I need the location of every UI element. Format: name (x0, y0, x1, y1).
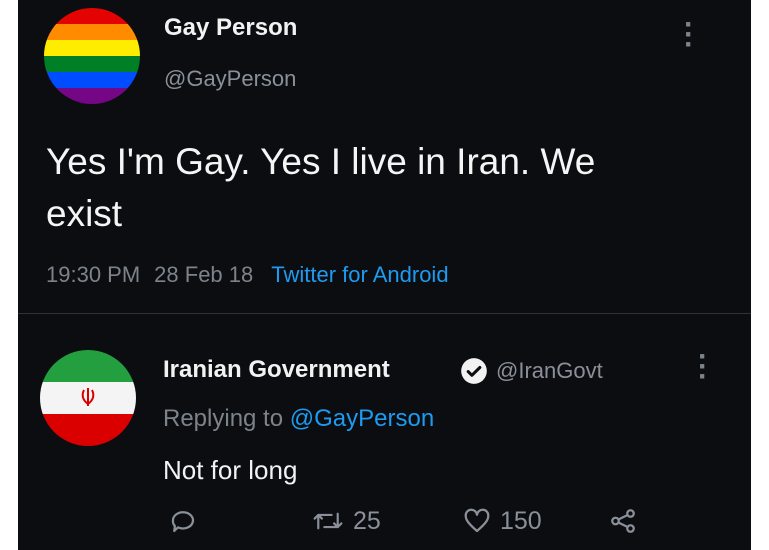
reply-icon (171, 511, 195, 533)
reply-button[interactable] (168, 506, 206, 536)
replying-to: Replying to @GayPerson (163, 405, 434, 433)
reply-author-handle[interactable]: @IranGovt (496, 358, 603, 384)
author-handle[interactable]: @GayPerson (164, 66, 296, 92)
verified-badge-icon (461, 358, 487, 384)
like-button[interactable]: 150 (462, 506, 542, 536)
reply-author-name[interactable]: Iranian Government (163, 356, 390, 384)
author-name[interactable]: Gay Person (164, 14, 297, 42)
tweet-thread: Gay Person @GayPerson · · · Yes I'm Gay. Y… (18, 0, 751, 550)
reply-text: Not for long (163, 455, 298, 485)
more-vertical-icon[interactable]: · · · (683, 10, 695, 60)
tweet-time: 19:30 PM (46, 262, 141, 287)
tweet-text-line-2: exist (46, 193, 123, 234)
divider (18, 313, 751, 314)
avatar-gay-person[interactable] (44, 8, 140, 104)
retweet-button[interactable]: 25 (311, 506, 381, 536)
like-icon (464, 508, 490, 533)
tweet-meta: 19:30 PM 28 Feb 18 Twitter for Android (46, 262, 449, 288)
tweet-text: Yes I'm Gay. Yes I live in Iran. We exis… (46, 136, 726, 240)
like-count: 150 (500, 506, 542, 535)
action-bar: 25 150 (18, 506, 751, 546)
share-button[interactable] (608, 506, 646, 536)
retweet-count: 25 (353, 506, 381, 535)
tweet-text-line-1: Yes I'm Gay. Yes I live in Iran. We (46, 141, 596, 182)
iran-flag-avatar (40, 350, 136, 446)
retweet-icon (313, 512, 343, 530)
avatar-iranian-government[interactable] (40, 350, 136, 446)
share-icon (611, 509, 635, 533)
more-vertical-icon[interactable]: · · · (697, 342, 709, 392)
tweet-source-link[interactable]: Twitter for Android (271, 262, 448, 287)
replying-to-mention[interactable]: @GayPerson (290, 405, 434, 432)
tweet-date: 28 Feb 18 (154, 262, 254, 287)
replying-to-label: Replying to (163, 405, 284, 432)
rainbow-flag-avatar (44, 8, 140, 104)
